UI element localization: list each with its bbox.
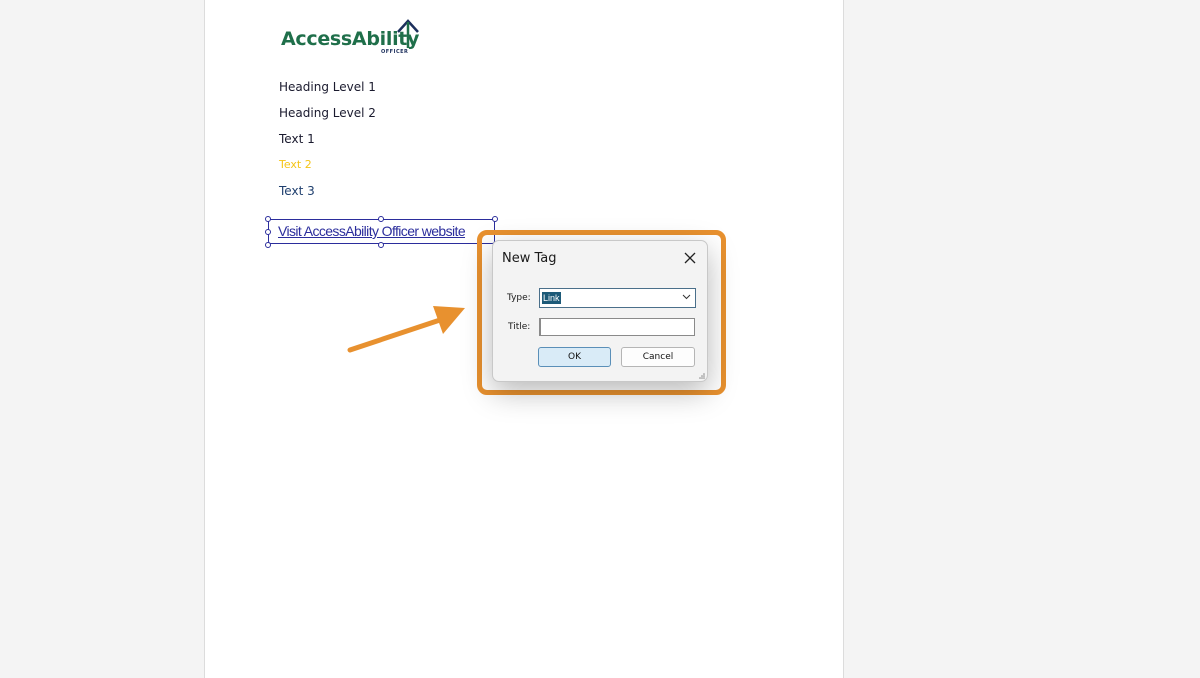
resize-handle-bottom-left[interactable]	[265, 242, 271, 248]
doc-text-3: Text 3	[279, 184, 315, 198]
cancel-button[interactable]: Cancel	[621, 347, 695, 367]
resize-handle-top-left[interactable]	[265, 216, 271, 222]
resize-handle-top[interactable]	[378, 216, 384, 222]
new-tag-dialog: New Tag Type: Link Title: OK Cancel	[492, 240, 708, 382]
resize-grip-icon[interactable]	[698, 372, 705, 379]
logo-subtext: OFFICER	[381, 49, 409, 55]
accessability-officer-logo: AccessAbility OFFICER	[281, 18, 431, 58]
ok-button[interactable]: OK	[538, 347, 611, 367]
title-input[interactable]	[539, 318, 695, 336]
type-select[interactable]: Link	[539, 288, 696, 308]
resize-handle-top-right[interactable]	[492, 216, 498, 222]
annotation-arrow-icon	[347, 306, 465, 353]
website-link[interactable]: Visit AccessAbility Officer website	[278, 223, 466, 239]
type-label: Type:	[507, 293, 531, 303]
logo-arrow-icon	[397, 19, 419, 48]
title-label: Title:	[508, 322, 531, 332]
doc-heading-level-1: Heading Level 1	[279, 80, 376, 94]
close-icon[interactable]	[681, 249, 699, 267]
doc-heading-level-2: Heading Level 2	[279, 106, 376, 120]
chevron-down-icon	[682, 294, 691, 300]
resize-handle-left[interactable]	[265, 229, 271, 235]
resize-handle-bottom[interactable]	[378, 242, 384, 248]
doc-text-2: Text 2	[279, 158, 312, 171]
dialog-title: New Tag	[502, 251, 557, 266]
doc-text-1: Text 1	[279, 132, 315, 146]
type-selected-value: Link	[542, 292, 561, 304]
